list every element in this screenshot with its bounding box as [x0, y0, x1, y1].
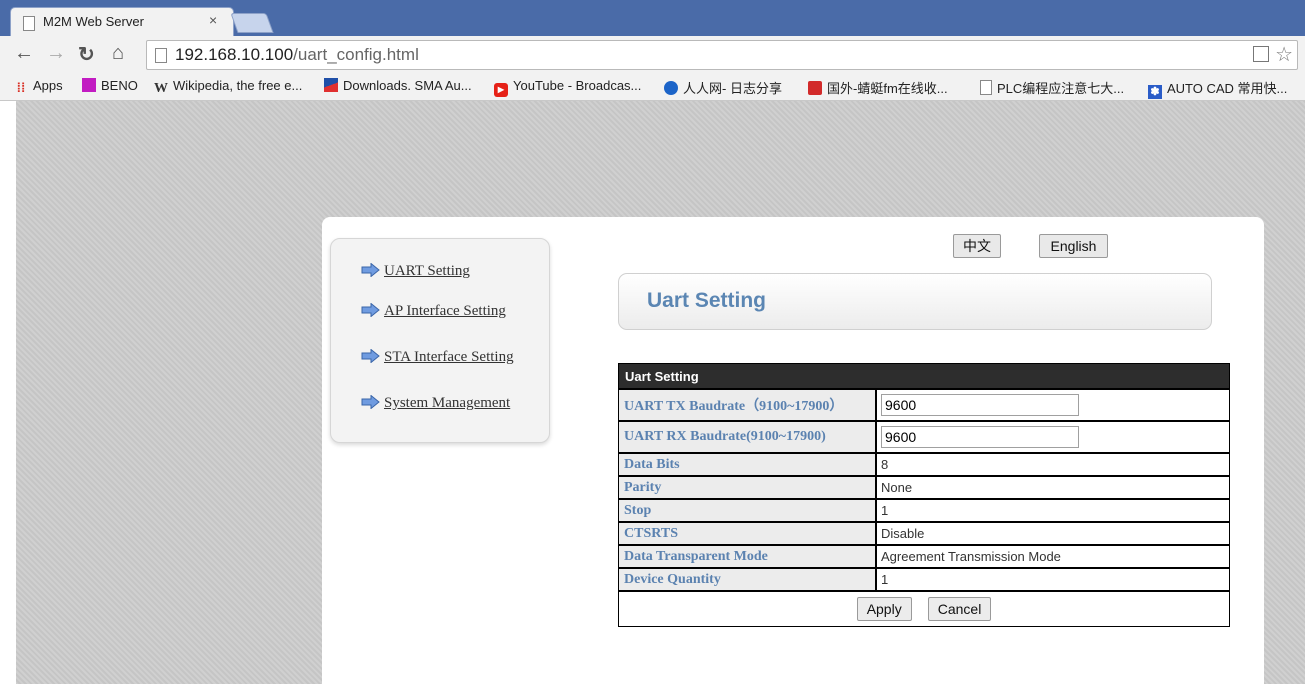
bookmark-beno[interactable]: BENO: [82, 78, 138, 93]
bookmark-label: Apps: [33, 78, 63, 93]
bookmark-apps[interactable]: ⁞⁞ Apps: [14, 78, 63, 95]
bookmarks-bar: ⁞⁞ Apps BENO W Wikipedia, the free e... Do…: [0, 74, 1305, 101]
new-tab-button[interactable]: [230, 13, 274, 33]
uart-settings-table: Uart Setting UART TX Baudrate（9100~17900…: [618, 363, 1230, 627]
device-quantity-label: Device Quantity: [618, 568, 876, 591]
tx-baudrate-input[interactable]: [881, 394, 1079, 416]
page-title: Uart Setting: [647, 289, 767, 312]
page-icon: [23, 16, 35, 31]
chinese-language-button[interactable]: 中文: [953, 234, 1001, 258]
sidebar-item-sta-interface-setting[interactable]: STA Interface Setting: [361, 349, 514, 366]
table-row: UART RX Baudrate(9100~17900): [618, 421, 1230, 453]
rx-baudrate-label: UART RX Baudrate(9100~17900): [618, 421, 876, 453]
sidebar-item-system-management[interactable]: System Management: [361, 395, 510, 412]
arrow-right-icon: [361, 303, 380, 317]
table-row: Parity None: [618, 476, 1230, 499]
transparent-mode-value: Agreement Transmission Mode: [876, 545, 1230, 568]
sidebar-item-label: STA Interface Setting: [384, 349, 514, 365]
table-row: CTSRTS Disable: [618, 522, 1230, 545]
baidu-icon: ✽: [1148, 85, 1162, 99]
bookmark-label: Downloads. SMA Au...: [343, 78, 472, 93]
bookmark-autocad[interactable]: ✽ AUTO CAD 常用快...: [1148, 78, 1287, 99]
bookmark-star-icon[interactable]: ☆: [1275, 42, 1293, 67]
sma-icon: [324, 78, 338, 92]
transparent-mode-label: Data Transparent Mode: [618, 545, 876, 568]
bookmark-label: BENO: [101, 78, 138, 93]
arrow-right-icon: [361, 395, 380, 409]
stop-label: Stop: [618, 499, 876, 522]
arrow-right-icon: [361, 349, 380, 363]
sidebar-item-uart-setting[interactable]: UART Setting: [361, 263, 470, 280]
tab-strip: M2M Web Server ×: [0, 0, 1305, 37]
ctsrts-value: Disable: [876, 522, 1230, 545]
url-path: /uart_config.html: [293, 45, 419, 64]
bookmark-youtube[interactable]: ▶ YouTube - Broadcas...: [494, 78, 641, 97]
apply-button[interactable]: Apply: [856, 597, 912, 621]
rx-baudrate-cell: [876, 421, 1230, 453]
close-tab-icon[interactable]: ×: [209, 12, 217, 28]
bookmark-qingting[interactable]: 国外-蜻蜓fm在线收...: [808, 78, 948, 97]
table-header: Uart Setting: [618, 363, 1230, 389]
page-icon: [980, 80, 992, 95]
data-bits-label: Data Bits: [618, 453, 876, 476]
parity-value: None: [876, 476, 1230, 499]
cancel-button[interactable]: Cancel: [927, 597, 992, 621]
form-actions: Apply Cancel: [618, 591, 1230, 627]
table-row: Data Bits 8: [618, 453, 1230, 476]
forward-arrow-icon[interactable]: →: [46, 42, 66, 65]
bookmark-label: 人人网- 日志分享: [683, 81, 782, 96]
youtube-icon: ▶: [494, 83, 508, 97]
tx-baudrate-label: UART TX Baudrate（9100~17900）: [618, 389, 876, 421]
table-row: Data Transparent Mode Agreement Transmis…: [618, 545, 1230, 568]
bookmark-label: 国外-蜻蜓fm在线收...: [827, 81, 948, 96]
tx-baudrate-cell: [876, 389, 1230, 421]
ctsrts-label: CTSRTS: [618, 522, 876, 545]
bookmark-wikipedia[interactable]: W Wikipedia, the free e...: [154, 78, 302, 96]
sidebar-item-ap-interface-setting[interactable]: AP Interface Setting: [361, 303, 506, 320]
back-arrow-icon[interactable]: ←: [14, 42, 34, 65]
bookmark-sma[interactable]: Downloads. SMA Au...: [324, 78, 472, 93]
qingting-icon: [808, 81, 822, 95]
bookmark-label: YouTube - Broadcas...: [513, 78, 642, 93]
english-language-button[interactable]: English: [1039, 234, 1108, 258]
stop-value: 1: [876, 499, 1230, 522]
apps-grid-icon: ⁞⁞: [16, 80, 26, 95]
table-row: UART TX Baudrate（9100~17900）: [618, 389, 1230, 421]
table-row: Stop 1: [618, 499, 1230, 522]
wikipedia-icon: W: [154, 81, 168, 96]
device-quantity-value: 1: [876, 568, 1230, 591]
bookmark-label: PLC编程应注意七大...: [997, 81, 1125, 96]
rx-baudrate-input[interactable]: [881, 426, 1079, 448]
url-host: 192.168.10.100: [175, 45, 294, 64]
page-action-icon[interactable]: [1253, 46, 1269, 62]
bookmark-label: Wikipedia, the free e...: [173, 78, 303, 93]
url-text: 192.168.10.100/uart_config.html: [175, 45, 419, 65]
bookmark-plc[interactable]: PLC编程应注意七大...: [980, 78, 1124, 97]
sidebar-item-label: System Management: [384, 395, 511, 411]
renren-icon: [664, 81, 678, 95]
bookmark-renren[interactable]: 人人网- 日志分享: [664, 78, 782, 97]
page-icon: [155, 48, 167, 63]
sidebar-item-label: AP Interface Setting: [384, 303, 506, 319]
home-icon[interactable]: ⌂: [112, 42, 124, 65]
table-row: Device Quantity 1: [618, 568, 1230, 591]
sidebar-menu: UART Setting AP Interface Setting STA In…: [330, 238, 550, 443]
beno-icon: [82, 78, 96, 92]
bookmark-label: AUTO CAD 常用快...: [1167, 81, 1288, 96]
sidebar-item-label: UART Setting: [384, 263, 470, 279]
address-bar[interactable]: 192.168.10.100/uart_config.html ☆: [146, 40, 1298, 70]
data-bits-value: 8: [876, 453, 1230, 476]
parity-label: Parity: [618, 476, 876, 499]
arrow-right-icon: [361, 263, 380, 277]
browser-tab[interactable]: M2M Web Server ×: [10, 7, 234, 37]
tab-title: M2M Web Server: [43, 14, 144, 29]
reload-icon[interactable]: ↻: [78, 42, 95, 67]
page-heading-box: Uart Setting: [618, 273, 1212, 330]
